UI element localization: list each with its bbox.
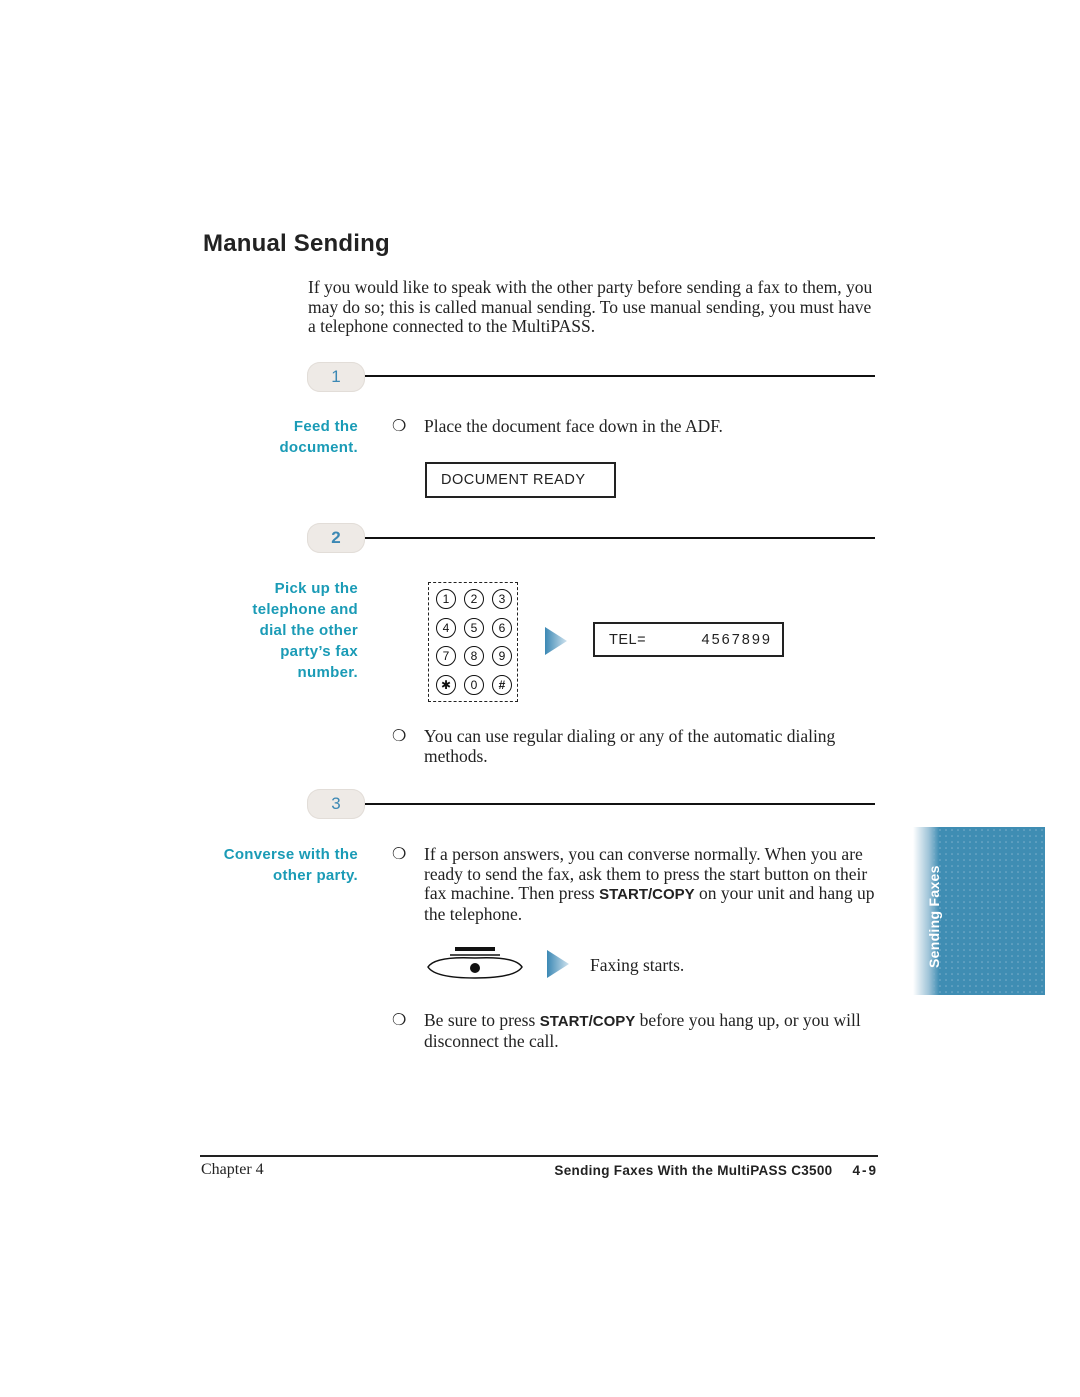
step-2-bullet: ❍ You can use regular dialing or any of … — [392, 726, 852, 766]
faxing-starts-text: Faxing starts. — [590, 955, 685, 975]
step-number: 2 — [331, 528, 341, 547]
step-3-bullet-warning: ❍ Be sure to press START/COPY before you… — [392, 1010, 882, 1051]
key-4: 4 — [436, 618, 456, 638]
key-6: 6 — [492, 618, 512, 638]
step-number: 1 — [331, 367, 341, 386]
label-line: Feed the — [293, 418, 358, 435]
page-title: Manual Sending — [203, 230, 390, 257]
key-3: 3 — [492, 589, 512, 609]
lcd-label: TEL= — [609, 631, 647, 648]
page-number: 4-9 — [852, 1163, 878, 1178]
label-line: telephone and — [252, 601, 358, 618]
bullet-text: Be sure to press START/COPY before you h… — [424, 1010, 882, 1051]
key-7: 7 — [436, 646, 456, 666]
key-star: ✱ — [436, 675, 456, 695]
key-5: 5 — [464, 618, 484, 638]
label-line: party’s fax — [280, 643, 358, 660]
text-segment: Be sure to press — [424, 1010, 540, 1030]
step-1-label: Feed the document. — [188, 416, 358, 458]
key-1: 1 — [436, 589, 456, 609]
lcd-value: 4567899 — [701, 631, 772, 648]
bullet-text: If a person answers, you can converse no… — [424, 844, 882, 924]
key-0: 0 — [464, 675, 484, 695]
footer-chapter: Chapter 4 — [201, 1161, 264, 1178]
label-line: Pick up the — [274, 580, 358, 597]
arrow-right-icon — [545, 627, 567, 655]
bullet-icon: ❍ — [392, 418, 407, 435]
lcd-display-tel: TEL= 4567899 — [593, 622, 784, 657]
section-tab-label: Sending Faxes — [926, 865, 942, 968]
key-2: 2 — [464, 589, 484, 609]
label-line: number. — [297, 664, 358, 681]
key-9: 9 — [492, 646, 512, 666]
step-3-label: Converse with the other party. — [188, 844, 358, 886]
start-copy-button-icon — [427, 947, 523, 979]
step-1-badge: 1 — [307, 362, 365, 392]
bullet-icon: ❍ — [392, 1012, 407, 1029]
step-3-bullet-converse: ❍ If a person answers, you can converse … — [392, 844, 882, 924]
step-2-badge: 2 — [307, 523, 365, 553]
footer-book-title: Sending Faxes With the MultiPASS C3500 4-… — [554, 1163, 878, 1178]
lcd-display-document-ready: DOCUMENT READY — [425, 462, 616, 498]
bullet-icon: ❍ — [392, 846, 407, 863]
step-1-rule — [365, 375, 875, 377]
start-copy-key-label: START/COPY — [599, 886, 695, 904]
bullet-text: You can use regular dialing or any of th… — [424, 726, 836, 766]
step-2-label: Pick up the telephone and dial the other… — [188, 578, 358, 683]
label-line: other party. — [272, 867, 358, 884]
step-2-rule — [365, 537, 875, 539]
step-1-bullet: ❍ Place the document face down in the AD… — [392, 416, 882, 437]
book-title: Sending Faxes With the MultiPASS C3500 — [554, 1163, 833, 1178]
lcd-text: DOCUMENT READY — [441, 472, 586, 488]
bullet-icon: ❍ — [392, 728, 407, 745]
label-line: dial the other — [259, 622, 358, 639]
step-number: 3 — [331, 794, 341, 813]
key-8: 8 — [464, 646, 484, 666]
step-3-badge: 3 — [307, 789, 365, 819]
intro-paragraph: If you would like to speak with the othe… — [308, 277, 873, 337]
key-hash: # — [492, 675, 512, 695]
bullet-text: Place the document face down in the ADF. — [424, 416, 723, 436]
keypad-icon: 1 2 3 4 5 6 7 8 9 ✱ 0 # — [428, 582, 518, 702]
label-line: document. — [279, 439, 358, 456]
step-3-rule — [365, 803, 875, 805]
label-line: Converse with the — [223, 846, 358, 863]
start-copy-key-label: START/COPY — [539, 1013, 636, 1030]
footer-rule — [200, 1155, 878, 1157]
arrow-right-icon — [547, 950, 569, 978]
